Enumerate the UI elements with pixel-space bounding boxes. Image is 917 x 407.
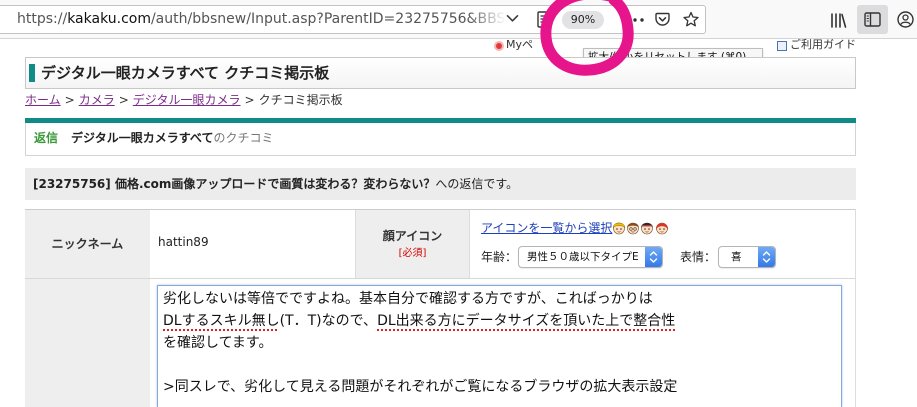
- message-line: DLするスキル無し(T．T)なので、DL出来る方にデータサイズを頂いた上で整合性: [163, 310, 841, 332]
- breadcrumb-separator: >: [244, 93, 255, 107]
- library-icon[interactable]: [830, 12, 847, 28]
- nickname-label: ニックネーム: [51, 237, 124, 251]
- age-select[interactable]: 男性５０歳以下タイプE: [518, 246, 663, 268]
- message-text: を確認してます。: [163, 335, 273, 351]
- page-actions-icon[interactable]: [625, 17, 645, 23]
- expression-select-value: 喜: [731, 251, 742, 263]
- age-label: 年齢：: [481, 250, 518, 264]
- zoom-reset-button[interactable]: 90%: [562, 11, 604, 29]
- url-scheme: https://: [17, 11, 68, 27]
- message-text: 劣化しないは等倍でですよね。基本自分で確認する方ですが、こればっかりは: [163, 291, 653, 307]
- reader-view-icon[interactable]: [537, 11, 550, 28]
- guide-icon: [777, 41, 787, 51]
- age-select-value: 男性５０歳以下タイプE: [527, 251, 639, 263]
- breadcrumb-separator: >: [118, 93, 129, 107]
- thread-notice: [23275756] 価格.com画像アップロードで画質は変わる？変わらない？へ…: [25, 168, 856, 200]
- reply-tag: 返信: [34, 131, 59, 145]
- sidebar-icon[interactable]: [864, 12, 881, 27]
- mypage-icon: [494, 41, 504, 51]
- nickname-value[interactable]: hattin89: [158, 234, 209, 250]
- breadcrumb-current: クチコミ掲示板: [258, 93, 343, 107]
- face-icon-4[interactable]: [655, 219, 669, 235]
- required-badge: [必須]: [398, 248, 427, 259]
- table-right-border: [855, 209, 856, 407]
- breadcrumb-dslr[interactable]: デジタル一眼カメラ: [133, 93, 241, 107]
- face-icon-1[interactable]: [612, 219, 626, 235]
- screen: https://kakaku.com/auth/bbsnew/Input.asp…: [0, 0, 917, 407]
- reply-board-name: デジタル一眼カメラすべて: [71, 131, 214, 145]
- face-icon-3[interactable]: [640, 219, 654, 235]
- reply-header: 返信 デジタル一眼カメラすべてのクチコミ: [25, 123, 856, 156]
- message-line: 劣化しないは等倍でですよね。基本自分で確認する方ですが、こればっかりは: [163, 288, 841, 310]
- breadcrumb-separator: >: [64, 93, 75, 107]
- url-text[interactable]: https://kakaku.com/auth/bbsnew/Input.asp…: [17, 5, 505, 34]
- chevron-down-icon[interactable]: [506, 14, 519, 23]
- thread-notice-suffix: への返信です。: [435, 177, 519, 191]
- bookmark-star-icon[interactable]: [683, 11, 699, 27]
- expression-select[interactable]: 喜: [718, 246, 776, 268]
- url-fade: [468, 6, 506, 33]
- message-line: >同スレで、劣化して見える問題がそれぞれがご覧になるブラウザの拡大表示設定: [163, 376, 841, 398]
- message-text-misspelled: DLするスキル無し: [163, 313, 280, 329]
- title-marker: [29, 64, 35, 82]
- updown-arrows-icon: [645, 247, 662, 267]
- url-path: /auth/bbsnew/Input.asp?ParentID=23275756…: [150, 11, 505, 27]
- message-line: を確認してます。: [163, 332, 841, 354]
- mypage-link[interactable]: Myペ: [506, 38, 533, 52]
- message-text: (T．T)なので、: [279, 313, 378, 329]
- expression-label: 表情：: [680, 250, 717, 264]
- url-host: kakaku.com: [67, 11, 151, 27]
- icon-list-link[interactable]: アイコンを一覧から選択: [481, 220, 612, 236]
- message-textarea[interactable]: 劣化しないは等倍でですよね。基本自分で確認する方ですが、こればっかりは DLする…: [157, 285, 842, 407]
- face-icon-label: 顔アイコン: [382, 229, 443, 243]
- message-label-cell: [25, 279, 150, 407]
- message-text-misspelled: DL出来る方にデータサイズを頂いた上で整合性: [377, 313, 676, 329]
- pocket-icon[interactable]: [655, 12, 670, 27]
- reply-board-suffix: のクチコミ: [213, 131, 274, 145]
- thread-title: [23275756] 価格.com画像アップロードで画質は変わる？変わらない？: [33, 177, 436, 191]
- message-text: >同スレで、劣化して見える問題がそれぞれがご覧になるブラウザの拡大表示設定: [163, 379, 678, 395]
- face-icon-2[interactable]: [626, 219, 640, 235]
- guide-link[interactable]: ご利用ガイド: [790, 38, 856, 52]
- face-icon-label-cell: [355, 210, 470, 278]
- page-title: デジタル一眼カメラすべて クチコミ掲示板: [41, 64, 330, 82]
- account-icon[interactable]: [897, 11, 914, 28]
- breadcrumb-home[interactable]: ホーム: [25, 93, 61, 107]
- breadcrumb: ホーム > カメラ > デジタル一眼カメラ > クチコミ掲示板: [25, 92, 343, 108]
- updown-arrows-icon: [758, 247, 775, 267]
- breadcrumb-camera[interactable]: カメラ: [79, 93, 115, 107]
